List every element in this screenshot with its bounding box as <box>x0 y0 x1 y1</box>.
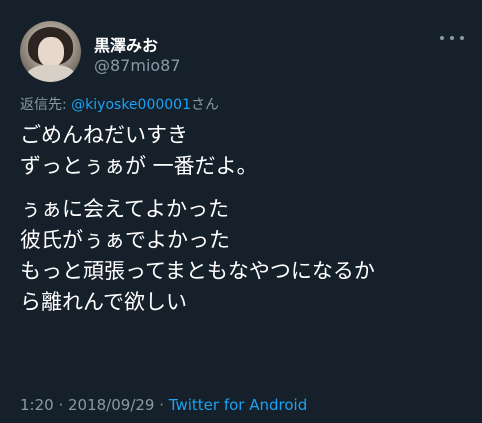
reply-prefix: 返信先: <box>20 97 67 113</box>
tweet-time[interactable]: 1:20 <box>20 396 54 414</box>
avatar-body <box>26 65 76 82</box>
more-options-icon[interactable] <box>440 30 464 46</box>
dot <box>460 36 464 40</box>
reply-suffix: さん <box>190 97 219 113</box>
reply-mention-link[interactable]: @kiyoske000001 <box>71 97 191 113</box>
dot <box>440 36 444 40</box>
reply-to-line: 返信先: @kiyoske000001さん <box>20 94 219 114</box>
tweet-line: ぅぁに会えてよかった <box>20 197 229 221</box>
user-handle[interactable]: @87mio87 <box>94 56 181 75</box>
meta-separator: · <box>53 396 68 414</box>
tweet-date[interactable]: 2018/09/29 <box>68 396 154 414</box>
tweet-line: 彼氏がぅぁでよかった <box>20 228 230 252</box>
avatar-face <box>38 37 64 67</box>
display-name[interactable]: 黒澤みお <box>94 32 158 56</box>
tweet-line: ごめんねだいすき <box>20 123 188 147</box>
tweet-line: ずっとぅぁが 一番だよ。 <box>20 154 258 178</box>
tweet-line: ら離れんで欲しい <box>20 290 187 314</box>
meta-separator: · <box>154 396 169 414</box>
tweet-meta: 1:20 · 2018/09/29 · Twitter for Android <box>20 396 307 414</box>
dot <box>450 36 454 40</box>
tweet-source-link[interactable]: Twitter for Android <box>169 396 307 414</box>
tweet-line: もっと頑張ってまともなやつになるか <box>20 259 375 283</box>
user-avatar[interactable] <box>20 21 81 82</box>
tweet-text: ごめんねだいすき ずっとぅぁが 一番だよ。 ぅぁに会えてよかった 彼氏がぅぁでよ… <box>20 120 470 318</box>
